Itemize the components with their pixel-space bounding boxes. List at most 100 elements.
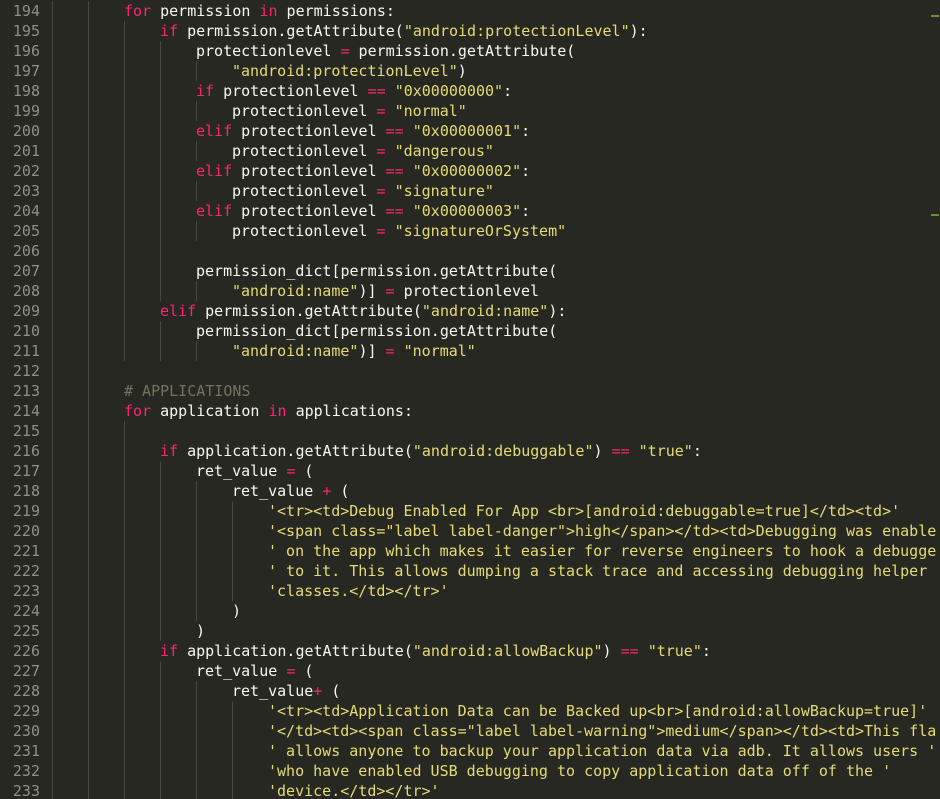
code-line[interactable]: 199 protectionlevel = "normal" (0, 101, 940, 121)
code-line[interactable]: 230 '</td><td><span class="label label-wa… (0, 721, 940, 741)
indent-guide (88, 621, 124, 641)
code-line[interactable]: 219 '<tr><td>Debug Enabled For App <br>[a… (0, 501, 940, 521)
code-line[interactable]: 233 'device.</td></tr>' (0, 781, 940, 799)
code-line[interactable]: 222 ' to it. This allows dumping a stack … (0, 561, 940, 581)
string-token: "android:allowBackup" (412, 642, 603, 660)
code-line[interactable]: 201 protectionlevel = "dangerous" (0, 141, 940, 161)
line-number: 212 (12, 362, 40, 380)
indent-guide (160, 101, 196, 121)
code-text: if application.getAttribute("android:all… (52, 641, 711, 661)
code-line[interactable]: 197 "android:protectionLevel") (0, 61, 940, 81)
indent-guide (52, 21, 88, 41)
code-line[interactable]: 227 ret_value = ( (0, 661, 940, 681)
indent-guide (52, 761, 88, 781)
keyword-token: for (124, 402, 152, 420)
code-line[interactable]: 229 '<tr><td>Application Data can be Back… (0, 701, 940, 721)
code-token: )] (358, 342, 386, 360)
code-text: protectionlevel = permission.getAttribut… (52, 41, 575, 61)
code-line[interactable]: 198 if protectionlevel == "0x00000000": (0, 81, 940, 101)
indent-guide (124, 201, 160, 221)
code-line[interactable]: 212 (0, 361, 940, 381)
indent-guide (88, 721, 124, 741)
code-line[interactable]: 224) (0, 601, 940, 621)
indent-guide (196, 541, 232, 561)
string-token: "0x00000000" (394, 82, 504, 100)
indent-guide (124, 621, 160, 641)
line-number: 226 (12, 642, 40, 660)
code-line[interactable]: 221 ' on the app which makes it easier fo… (0, 541, 940, 561)
code-line[interactable]: 213 # APPLICATIONS (0, 381, 940, 401)
code-line[interactable]: 204 elif protectionlevel == "0x00000003": (0, 201, 940, 221)
code-line[interactable]: 210 permission_dict[permission.getAttribu… (0, 321, 940, 341)
code-line[interactable]: 209 elif permission.getAttribute("android… (0, 301, 940, 321)
code-text: for application in applications: (52, 401, 413, 421)
keyword-token: elif (196, 162, 233, 180)
indent-guide (160, 201, 196, 221)
code-text (52, 241, 196, 261)
indent-guide (232, 541, 268, 561)
code-line[interactable]: 232 'who have enabled USB debugging to co… (0, 761, 940, 781)
code-line[interactable]: 218 ret_value + ( (0, 481, 940, 501)
indent-guide (160, 461, 196, 481)
line-number: 228 (12, 682, 40, 700)
indent-guide (232, 781, 268, 799)
code-line[interactable]: 217 ret_value = ( (0, 461, 940, 481)
line-number: 233 (12, 782, 40, 799)
indent-guide (52, 181, 88, 201)
code-line[interactable]: 207 permission_dict[permission.getAttribu… (0, 261, 940, 281)
keyword-token: = (340, 42, 350, 60)
code-line[interactable]: 196 protectionlevel = permission.getAttri… (0, 41, 940, 61)
code-lines[interactable]: 194 for permission in permissions: 195 if p… (0, 1, 940, 799)
code-line[interactable]: 216 if application.getAttribute("android:… (0, 441, 940, 461)
code-line[interactable]: 220 '<span class="label label-danger">hig… (0, 521, 940, 541)
code-line[interactable]: 223 'classes.</td></tr>' (0, 581, 940, 601)
indent-guide (124, 261, 160, 281)
line-number: 214 (12, 402, 40, 420)
code-token: permission (151, 2, 260, 20)
indent-guide (160, 601, 196, 621)
indent-guide (196, 501, 232, 521)
keyword-token: if (196, 82, 215, 100)
code-line[interactable]: 214 for application in applications: (0, 401, 940, 421)
code-token: protectionlevel (214, 82, 368, 100)
indent-guide (52, 421, 88, 441)
code-line[interactable]: 226 if application.getAttribute("android:… (0, 641, 940, 661)
indent-guide (52, 661, 88, 681)
indent-guide (160, 221, 196, 241)
code-line[interactable]: 228 ret_value+ ( (0, 681, 940, 701)
string-token: '</td><td><span class="label label-warni… (268, 722, 937, 740)
code-line[interactable]: 205 protectionlevel = "signatureOrSystem" (0, 221, 940, 241)
string-token: "0x00000002" (412, 162, 522, 180)
code-line[interactable]: 225) (0, 621, 940, 641)
code-line[interactable]: 211 "android:name")] = "normal" (0, 341, 940, 361)
code-line[interactable]: 206 (0, 241, 940, 261)
code-line[interactable]: 194 for permission in permissions: (0, 1, 940, 21)
code-line[interactable]: 208 "android:name")] = protectionlevel (0, 281, 940, 301)
indent-guide (88, 541, 124, 561)
indent-guide (52, 221, 88, 241)
indent-guide (52, 121, 88, 141)
indent-guide (88, 781, 124, 799)
code-line[interactable]: 215 (0, 421, 940, 441)
code-editor[interactable]: 194 for permission in permissions: 195 if p… (0, 0, 940, 799)
indent-guide (160, 741, 196, 761)
indent-guide (88, 41, 124, 61)
code-line[interactable]: 202 elif protectionlevel == "0x00000002": (0, 161, 940, 181)
indent-guide (160, 761, 196, 781)
code-line[interactable]: 203 protectionlevel = "signature" (0, 181, 940, 201)
indent-guide (196, 141, 232, 161)
indent-guide (88, 221, 124, 241)
code-token: permission_dict[permission.getAttribute( (196, 262, 558, 280)
code-line[interactable]: 231 ' allows anyone to backup your applic… (0, 741, 940, 761)
indent-guide (160, 521, 196, 541)
code-line[interactable]: 195 if permission.getAttribute("android:p… (0, 21, 940, 41)
indent-guide (88, 181, 124, 201)
indent-guide (88, 21, 124, 41)
code-token: application.getAttribute( (178, 642, 413, 660)
indent-guide (52, 681, 88, 701)
code-line[interactable]: 200 elif protectionlevel == "0x00000001": (0, 121, 940, 141)
indent-guide (88, 561, 124, 581)
